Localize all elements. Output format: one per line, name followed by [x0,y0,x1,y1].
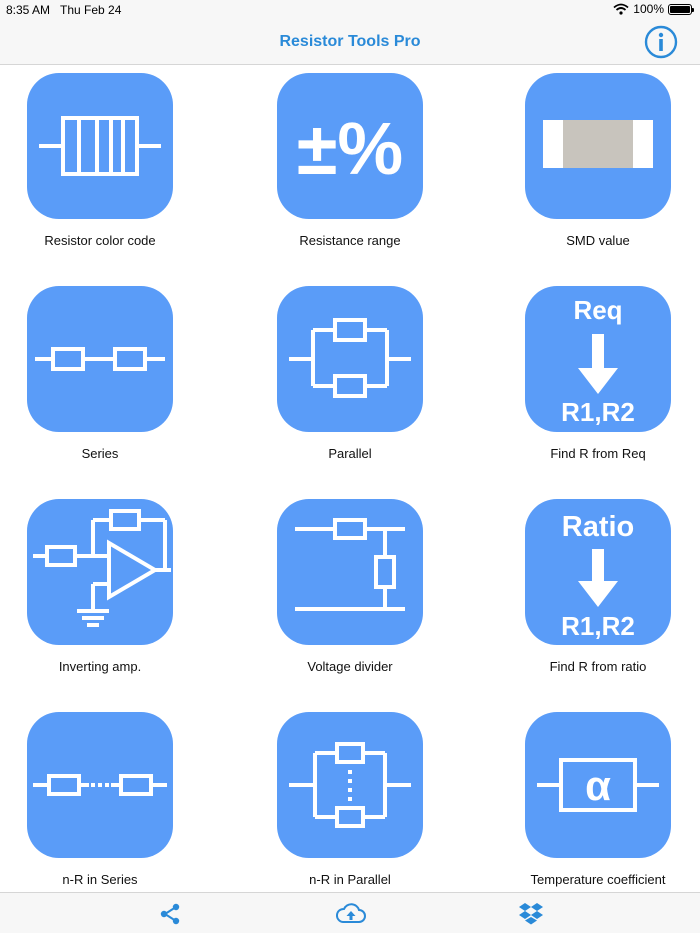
status-time: 8:35 AM [6,3,51,17]
tool-top-text: Req [573,295,622,325]
tool-label: Voltage divider [307,659,393,674]
tool-parallel[interactable]: Parallel [250,279,450,479]
tool-glyph: ±% [297,107,403,190]
tool-label: Inverting amp. [58,659,142,674]
tool-glyph: α [585,762,611,809]
resistor-color-code-icon[interactable] [27,73,173,219]
find-r-from-ratio-icon[interactable]: Ratio R1,R2 [525,499,671,645]
tool-smd-value[interactable]: SMD value [498,66,698,266]
tool-label: Parallel [328,446,372,461]
series-icon[interactable] [27,286,173,432]
smd-chip-icon[interactable] [525,73,671,219]
battery-percent: 100% [633,2,664,16]
info-icon[interactable] [644,25,678,59]
tool-find-r-from-req[interactable]: Req R1,R2 Find R from Req [498,279,698,479]
tool-label: Resistance range [299,233,401,248]
tool-series[interactable]: Series [0,279,200,479]
status-date: Thu Feb 24 [60,3,122,17]
tool-inverting-amp[interactable]: Inverting amp. [0,492,200,692]
tool-label: SMD value [566,233,630,248]
dropbox-icon[interactable] [518,901,544,927]
bottom-toolbar [0,892,700,933]
tool-label: Series [81,446,119,461]
tools-grid: Resistor color code ±% Resistance range … [0,66,700,892]
share-icon[interactable] [157,901,183,927]
tool-n-r-in-parallel[interactable]: n-R in Parallel [250,705,450,892]
tool-label: Temperature coefficient [530,872,666,887]
plus-minus-percent-icon[interactable]: ±% [277,73,423,219]
tool-voltage-divider[interactable]: Voltage divider [250,492,450,692]
wifi-icon [613,3,629,15]
tool-top-text: Ratio [562,511,635,543]
navigation-bar: Resistor Tools Pro [0,20,700,65]
tool-label: Resistor color code [44,233,156,248]
find-r-from-req-icon[interactable]: Req R1,R2 [525,286,671,432]
n-r-series-icon[interactable] [27,712,173,858]
page-title: Resistor Tools Pro [279,33,421,50]
voltage-divider-icon[interactable] [277,499,423,645]
n-r-parallel-icon[interactable] [277,712,423,858]
inverting-amp-icon[interactable] [27,499,173,645]
status-bar: 8:35 AM Thu Feb 24 100% [0,0,700,20]
tool-find-r-from-ratio[interactable]: Ratio R1,R2 Find R from ratio [498,492,698,692]
tool-resistance-range[interactable]: ±% Resistance range [250,66,450,266]
tool-label: n-R in Parallel [309,872,391,887]
tool-bottom-text: R1,R2 [561,397,635,427]
tool-label: Find R from Req [550,446,646,461]
battery-icon [668,3,694,15]
temperature-coefficient-icon[interactable]: α [525,712,671,858]
tool-resistor-color-code[interactable]: Resistor color code [0,66,200,266]
tool-temperature-coefficient[interactable]: α Temperature coefficient [498,705,698,892]
status-indicators: 100% [613,2,694,16]
tool-label: n-R in Series [62,872,138,887]
cloud-upload-icon[interactable] [335,901,367,927]
tool-label: Find R from ratio [549,659,647,674]
tool-bottom-text: R1,R2 [561,611,635,641]
tool-n-r-in-series[interactable]: n-R in Series [0,705,200,892]
parallel-icon[interactable] [277,286,423,432]
